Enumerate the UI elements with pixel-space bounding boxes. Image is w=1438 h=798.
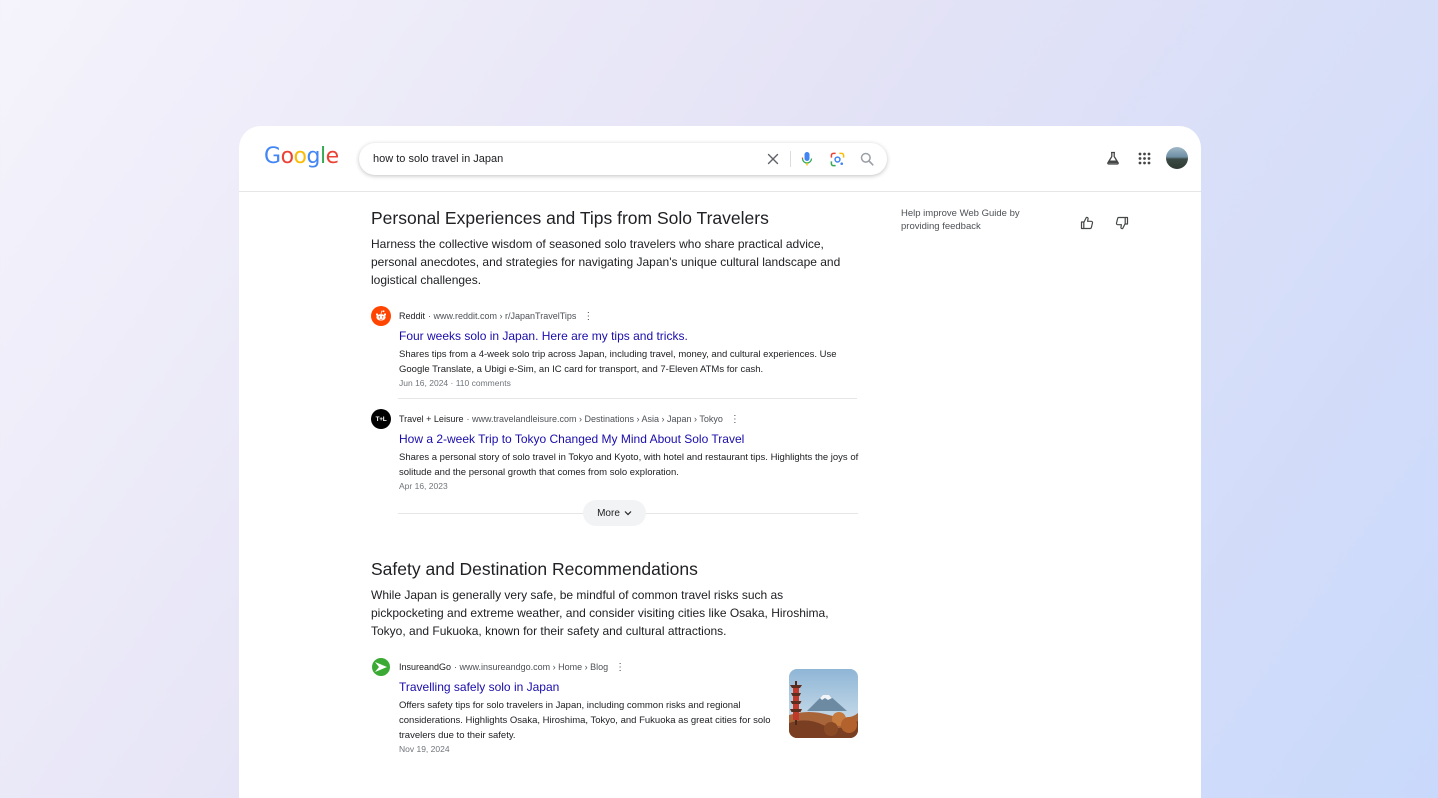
result-section: Personal Experiences and Tips from Solo …	[371, 208, 861, 529]
logo-letter: g	[306, 144, 321, 169]
result-item: InsureandGo · www.insureandgo.com › Home…	[371, 657, 861, 754]
search-header: Google	[239, 126, 1201, 192]
result-snippet: Shares tips from a 4-week solo trip acro…	[399, 349, 837, 375]
search-icon[interactable]	[858, 150, 876, 168]
section-title: Personal Experiences and Tips from Solo …	[371, 208, 769, 228]
result-title-link[interactable]: How a 2-week Trip to Tokyo Changed My Mi…	[399, 432, 861, 446]
search-box	[359, 143, 887, 175]
result-section: Safety and Destination Recommendations W…	[371, 559, 861, 754]
result-divider	[398, 398, 857, 399]
insureandgo-icon	[371, 657, 391, 677]
thumbs-up-icon[interactable]	[1077, 213, 1097, 233]
favicon-text: T+L	[375, 415, 387, 423]
source-url: www.insureandgo.com › Home › Blog	[459, 662, 609, 672]
google-logo[interactable]: Google	[264, 144, 339, 169]
logo-letter: e	[325, 144, 340, 169]
source-url: www.travelandleisure.com › Destinations …	[471, 414, 723, 424]
search-input[interactable]	[373, 150, 753, 168]
feedback-panel: Help improve Web Guide by providing feed…	[901, 207, 1141, 233]
browser-window: Google how to solo travel in Japan Perso…	[239, 126, 1201, 798]
more-label: More	[597, 507, 620, 519]
mount-fuji-pagoda-thumbnail[interactable]	[789, 669, 858, 738]
logo-letter: o	[280, 144, 294, 169]
thumbs-down-icon[interactable]	[1112, 213, 1132, 233]
source-url: www.reddit.com › r/JapanTravelTips	[433, 311, 577, 321]
logo-letter: G	[264, 144, 281, 169]
results-column: Personal Experiences and Tips from Solo …	[371, 208, 861, 754]
section-description: Harness the collective wisdom of seasone…	[371, 237, 841, 287]
result-source[interactable]: T+L Travel + Leisure · www.travelandleis…	[371, 409, 861, 429]
lens-icon[interactable]	[828, 150, 846, 168]
source-name: Travel + Leisure	[399, 414, 464, 424]
feedback-text: Help improve Web Guide by providing feed…	[901, 208, 1020, 232]
more-options-icon[interactable]: ⋮	[730, 414, 740, 425]
chevron-down-icon	[624, 511, 632, 516]
avatar[interactable]	[1166, 147, 1188, 169]
clear-icon[interactable]	[764, 150, 782, 168]
logo-letter: o	[293, 144, 307, 169]
result-title-link[interactable]: Four weeks solo in Japan. Here are my ti…	[399, 329, 861, 343]
search-divider	[790, 151, 791, 167]
labs-flask-icon[interactable]	[1102, 147, 1124, 169]
result-snippet: Offers safety tips for solo travelers in…	[399, 700, 771, 741]
result-item: Reddit · www.reddit.com › r/JapanTravelT…	[371, 306, 861, 388]
result-snippet: Shares a personal story of solo travel i…	[399, 452, 859, 478]
result-meta: Apr 16, 2023	[399, 481, 448, 491]
section-description: While Japan is generally very safe, be m…	[371, 588, 829, 638]
more-options-icon[interactable]: ⋮	[615, 662, 625, 673]
more-options-icon[interactable]: ⋮	[583, 311, 593, 322]
result-meta: Nov 19, 2024	[399, 744, 450, 754]
result-meta: Jun 16, 2024 · 110 comments	[399, 378, 511, 388]
apps-grid-icon[interactable]	[1133, 147, 1155, 169]
result-source[interactable]: Reddit · www.reddit.com › r/JapanTravelT…	[371, 306, 861, 326]
microphone-icon[interactable]	[798, 150, 816, 168]
section-title: Safety and Destination Recommendations	[371, 559, 698, 579]
result-source[interactable]: InsureandGo · www.insureandgo.com › Home…	[371, 657, 861, 677]
more-row: More	[398, 499, 858, 529]
travel-leisure-icon: T+L	[371, 409, 391, 429]
more-button[interactable]: More	[583, 500, 646, 526]
reddit-icon	[371, 306, 391, 326]
source-name: InsureandGo	[399, 662, 452, 672]
source-name: Reddit	[399, 311, 426, 321]
result-item: T+L Travel + Leisure · www.travelandleis…	[371, 409, 861, 491]
